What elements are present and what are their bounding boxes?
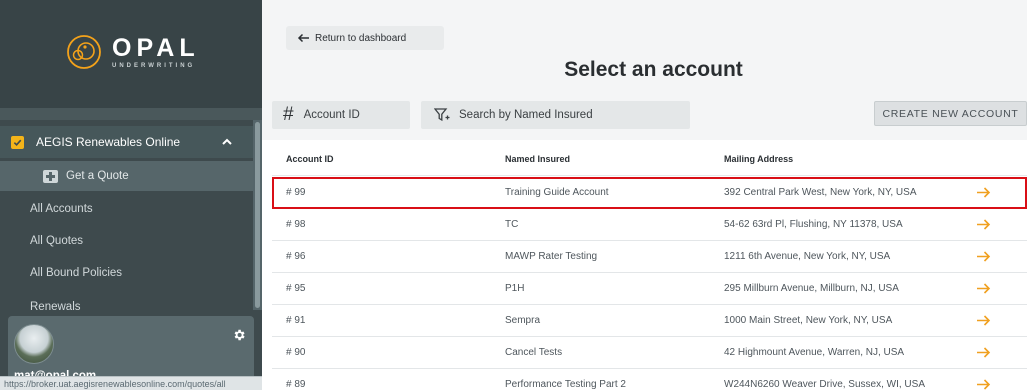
sidebar-item-label: Renewals xyxy=(30,301,81,313)
column-header-account-id: Account ID xyxy=(286,154,334,164)
arrow-right-icon[interactable] xyxy=(976,250,991,263)
sidebar-item-label: All Quotes xyxy=(30,235,84,247)
app-window: OPAL UNDERWRITING AEGIS Renewables Onlin… xyxy=(0,0,1027,390)
add-quote-icon xyxy=(43,169,58,183)
mailing-address-cell: W244N6260 Weaver Drive, Sussex, WI, USA xyxy=(724,379,925,390)
opal-logo-icon xyxy=(67,35,101,69)
mailing-address-cell: 392 Central Park West, New York, NY, USA xyxy=(724,187,917,198)
arrow-right-icon[interactable] xyxy=(976,314,991,327)
account-id-cell: # 91 xyxy=(286,315,306,326)
brand-tagline: UNDERWRITING xyxy=(112,62,196,69)
logo-area: OPAL UNDERWRITING xyxy=(0,0,262,108)
table-row[interactable]: # 98 TC 54-62 63rd Pl, Flushing, NY 11378,… xyxy=(272,209,1027,241)
named-insured-cell: Cancel Tests xyxy=(505,347,563,358)
named-insured-placeholder: Search by Named Insured xyxy=(459,109,593,121)
status-bar-url: https://broker.uat.aegisrenewablesonline… xyxy=(0,376,262,390)
sidebar-item-all-quotes[interactable]: All Quotes xyxy=(0,226,253,256)
check-icon xyxy=(11,135,24,149)
sidebar-item-label: All Bound Policies xyxy=(30,267,123,279)
mailing-address-cell: 54-62 63rd Pl, Flushing, NY 11378, USA xyxy=(724,219,903,230)
table-row[interactable]: # 89 Performance Testing Part 2 W244N6260 … xyxy=(272,369,1027,390)
opal-logo[interactable]: OPAL UNDERWRITING xyxy=(66,34,200,70)
mailing-address-cell: 42 Highmount Avenue, Warren, NJ, USA xyxy=(724,347,905,358)
accounts-table: Account ID Named Insured Mailing Address… xyxy=(272,144,1027,390)
arrow-right-icon[interactable] xyxy=(976,218,991,231)
named-insured-cell: Performance Testing Part 2 xyxy=(505,379,626,390)
avatar[interactable] xyxy=(14,324,54,364)
logo-text: OPAL UNDERWRITING xyxy=(112,33,200,69)
table-row[interactable]: # 91 Sempra 1000 Main Street, New York, NY… xyxy=(272,305,1027,337)
sidebar-scrollbar-thumb[interactable] xyxy=(255,122,260,308)
table-row[interactable]: # 99 Training Guide Account 392 Central Pa… xyxy=(272,177,1027,209)
return-to-dashboard-button[interactable]: Return to dashboard xyxy=(286,26,444,50)
gear-icon[interactable] xyxy=(232,328,246,342)
named-insured-cell: P1H xyxy=(505,283,525,294)
arrow-right-icon[interactable] xyxy=(976,378,991,390)
column-header-mailing-address: Mailing Address xyxy=(724,154,794,164)
mailing-address-cell: 1000 Main Street, New York, NY, USA xyxy=(724,315,893,326)
sidebar-item-label: All Accounts xyxy=(30,203,93,215)
arrow-right-icon[interactable] xyxy=(976,186,991,199)
nav-group-aegis[interactable]: AEGIS Renewables Online xyxy=(0,126,253,158)
column-header-named-insured: Named Insured xyxy=(505,154,571,164)
brand-name: OPAL xyxy=(112,33,200,62)
mailing-address-cell: 1211 6th Avenue, New York, NY, USA xyxy=(724,251,891,262)
arrow-right-icon[interactable] xyxy=(976,282,991,295)
nav-group-label: AEGIS Renewables Online xyxy=(36,135,181,149)
sidebar-item-label: Get a Quote xyxy=(66,170,129,182)
sidebar: OPAL UNDERWRITING AEGIS Renewables Onlin… xyxy=(0,0,262,390)
page-title: Select an account xyxy=(564,58,743,81)
named-insured-cell: Training Guide Account xyxy=(505,187,609,198)
table-row[interactable]: # 96 MAWP Rater Testing 1211 6th Avenue, N… xyxy=(272,241,1027,273)
account-id-search-input[interactable]: # Account ID xyxy=(272,101,410,129)
hash-icon: # xyxy=(283,104,294,125)
filter-add-icon xyxy=(434,108,450,122)
account-id-cell: # 90 xyxy=(286,347,306,358)
account-id-placeholder: Account ID xyxy=(303,109,360,121)
account-id-cell: # 99 xyxy=(286,187,306,198)
sidebar-item-get-a-quote[interactable]: Get a Quote xyxy=(0,161,253,191)
account-id-cell: # 95 xyxy=(286,283,306,294)
named-insured-search-input[interactable]: Search by Named Insured xyxy=(421,101,690,129)
sidebar-item-all-bound-policies[interactable]: All Bound Policies xyxy=(0,258,253,288)
named-insured-cell: TC xyxy=(505,219,519,230)
table-header: Account ID Named Insured Mailing Address xyxy=(272,144,1027,176)
return-label: Return to dashboard xyxy=(315,32,407,44)
main-content: Return to dashboard Select an account # … xyxy=(262,0,1027,390)
named-insured-cell: MAWP Rater Testing xyxy=(505,251,598,262)
sidebar-item-all-accounts[interactable]: All Accounts xyxy=(0,194,253,224)
account-id-cell: # 96 xyxy=(286,251,306,262)
create-new-account-button[interactable]: CREATE NEW ACCOUNT xyxy=(874,101,1027,126)
account-id-cell: # 98 xyxy=(286,219,306,230)
table-row[interactable]: # 90 Cancel Tests 42 Highmount Avenue, War… xyxy=(272,337,1027,369)
account-id-cell: # 89 xyxy=(286,379,306,390)
mailing-address-cell: 295 Millburn Avenue, Millburn, NJ, USA xyxy=(724,283,899,294)
named-insured-cell: Sempra xyxy=(505,315,541,326)
table-row[interactable]: # 95 P1H 295 Millburn Avenue, Millburn, NJ… xyxy=(272,273,1027,305)
arrow-right-icon[interactable] xyxy=(976,346,991,359)
sidebar-divider xyxy=(0,108,262,120)
arrow-left-icon xyxy=(297,33,309,43)
chevron-up-icon[interactable] xyxy=(221,136,233,148)
